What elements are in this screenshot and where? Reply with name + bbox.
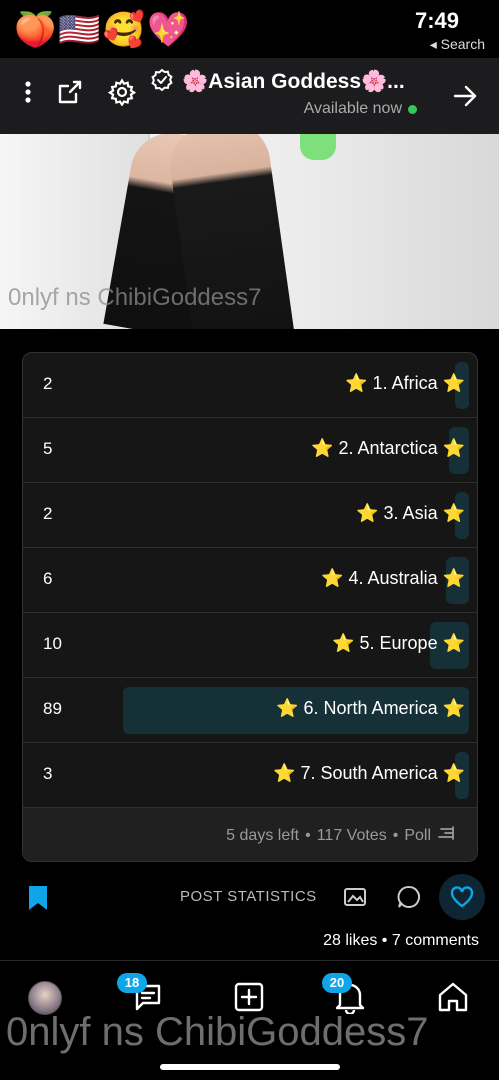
meta-separator: • <box>305 826 311 844</box>
gear-icon[interactable] <box>106 76 138 108</box>
gallery-icon[interactable] <box>340 882 370 912</box>
clock: 7:49 <box>414 8 459 33</box>
poll-footer: 5 days left • 117 Votes • Poll <box>23 808 477 861</box>
poll-meta: 5 days left • 117 Votes • Poll <box>226 825 455 846</box>
verified-badge-icon <box>148 66 176 94</box>
likes-comments-summary[interactable]: 28 likes • 7 comments <box>323 932 479 950</box>
post-actions: POST STATISTICS <box>0 872 499 926</box>
messages-badge: 18 <box>117 973 147 993</box>
meta-separator: • <box>392 826 399 844</box>
poll-kind: Poll <box>404 826 431 844</box>
share-icon[interactable] <box>54 76 86 108</box>
bookmark-icon[interactable] <box>26 884 50 917</box>
poll-option-count: 10 <box>43 634 62 653</box>
sparkling-heart-emoji: 💖 <box>147 11 190 49</box>
peach-emoji: 🍑 <box>14 11 57 49</box>
poll-option-label: ⭐ 1. Africa ⭐ <box>345 373 465 393</box>
poll-time-left: 5 days left <box>226 826 300 844</box>
poll-option[interactable]: ⭐ 5. Europe ⭐ 10 <box>23 613 477 678</box>
poll-option-label: ⭐ 3. Asia ⭐ <box>356 503 465 523</box>
poll-option-label: ⭐ 5. Europe ⭐ <box>332 633 465 653</box>
poll-option[interactable]: ⭐ 6. North America ⭐ 89 <box>23 678 477 743</box>
chat-header: 🌸Asian Goddess🌸... Available now <box>0 58 499 134</box>
back-arrow-icon[interactable] <box>449 80 481 112</box>
poll-icon <box>437 825 455 846</box>
poll-option-count: 2 <box>43 374 53 393</box>
poll-option-label: ⭐ 4. Australia ⭐ <box>321 568 465 588</box>
poll-option[interactable]: ⭐ 1. Africa ⭐ 2 <box>23 353 477 418</box>
poll-card: ⭐ 1. Africa ⭐ 2 ⭐ 2. Antarctica ⭐ 5 ⭐ 3.… <box>22 352 478 862</box>
comment-icon[interactable] <box>394 882 424 912</box>
home-indicator <box>160 1064 340 1070</box>
emoji-row: 🍑 🇺🇸 🥰 💖 <box>14 8 189 52</box>
post-statistics-button[interactable]: POST STATISTICS <box>180 888 317 905</box>
poll-votes: 117 Votes <box>316 826 387 844</box>
post-image[interactable]: 0nlyf ns ChibiGoddess7 <box>0 134 499 329</box>
like-button[interactable] <box>439 874 485 920</box>
poll-option-count: 3 <box>43 764 53 783</box>
poll-option-count: 6 <box>43 569 53 588</box>
us-flag-emoji: 🇺🇸 <box>58 11 101 49</box>
more-options-icon[interactable] <box>12 76 44 108</box>
online-dot <box>408 104 417 114</box>
poll-option-count: 5 <box>43 439 53 458</box>
bottom-watermark: 0nlyf ns ChibiGoddess7 <box>6 1010 429 1054</box>
notifications-badge: 20 <box>322 973 352 993</box>
chat-title[interactable]: 🌸Asian Goddess🌸... <box>182 70 405 94</box>
poll-option-count: 89 <box>43 699 62 718</box>
poll-option[interactable]: ⭐ 3. Asia ⭐ 2 <box>23 483 477 548</box>
smiling-hearts-emoji: 🥰 <box>102 11 146 49</box>
poll-option-label: ⭐ 2. Antarctica ⭐ <box>311 438 465 458</box>
poll-option-count: 2 <box>43 504 53 523</box>
poll-option-label: ⭐ 6. North America ⭐ <box>276 698 465 718</box>
poll-option[interactable]: ⭐ 7. South America ⭐ 3 <box>23 743 477 808</box>
home-icon[interactable] <box>433 977 473 1017</box>
heart-icon <box>450 886 474 908</box>
availability-label: Available now <box>303 100 402 117</box>
availability-status: Available now <box>304 100 417 118</box>
back-to-search-link[interactable]: ◂ Search <box>430 36 485 53</box>
status-bar: 🍑 🇺🇸 🥰 💖 7:49 ◂ Search <box>0 0 499 58</box>
poll-option-label: ⭐ 7. South America ⭐ <box>273 763 465 783</box>
poll-option[interactable]: ⭐ 4. Australia ⭐ 6 <box>23 548 477 613</box>
poll-option[interactable]: ⭐ 2. Antarctica ⭐ 5 <box>23 418 477 483</box>
image-watermark: 0nlyf ns ChibiGoddess7 <box>8 284 262 311</box>
image-detail <box>300 134 336 160</box>
